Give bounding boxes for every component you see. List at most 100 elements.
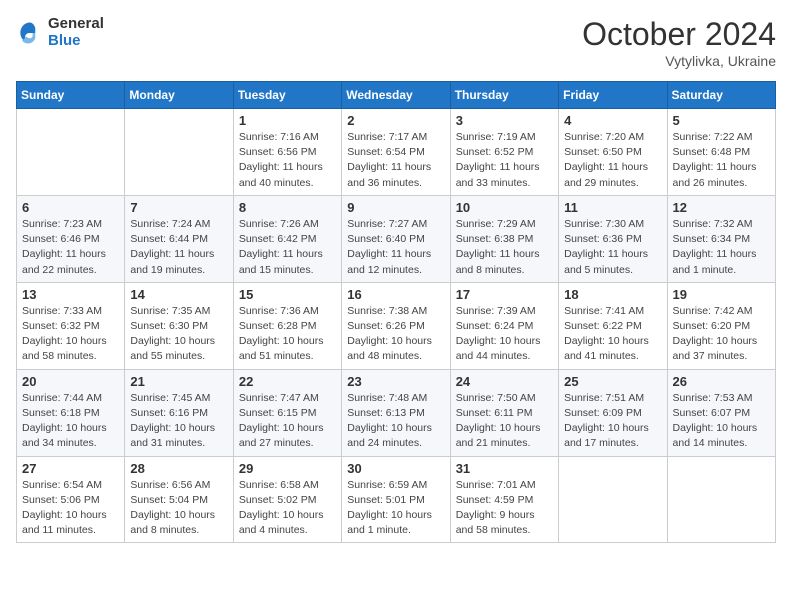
logo-general-text: General bbox=[48, 16, 104, 33]
day-number: 17 bbox=[456, 287, 553, 302]
header-day-wednesday: Wednesday bbox=[342, 82, 450, 109]
day-info: Sunrise: 7:41 AM Sunset: 6:22 PM Dayligh… bbox=[564, 304, 661, 365]
day-number: 15 bbox=[239, 287, 336, 302]
day-number: 22 bbox=[239, 374, 336, 389]
day-info: Sunrise: 7:19 AM Sunset: 6:52 PM Dayligh… bbox=[456, 130, 553, 191]
day-info: Sunrise: 7:47 AM Sunset: 6:15 PM Dayligh… bbox=[239, 391, 336, 452]
calendar-cell: 15 Sunrise: 7:36 AM Sunset: 6:28 PM Dayli… bbox=[233, 282, 341, 369]
calendar-cell: 24 Sunrise: 7:50 AM Sunset: 6:11 PM Dayli… bbox=[450, 369, 558, 456]
logo-blue-text: Blue bbox=[48, 33, 104, 50]
calendar-table: SundayMondayTuesdayWednesdayThursdayFrid… bbox=[16, 81, 776, 543]
calendar-cell: 9Sunrise: 7:27 AM Sunset: 6:40 PM Daylig… bbox=[342, 195, 450, 282]
day-info: Sunrise: 6:54 AM Sunset: 5:06 PM Dayligh… bbox=[22, 478, 119, 539]
calendar-cell: 11 Sunrise: 7:30 AM Sunset: 6:36 PM Dayli… bbox=[559, 195, 667, 282]
calendar-cell: 7 Sunrise: 7:24 AM Sunset: 6:44 PM Daylig… bbox=[125, 195, 233, 282]
calendar-week-4: 20 Sunrise: 7:44 AM Sunset: 6:18 PM Dayli… bbox=[17, 369, 776, 456]
calendar-header: SundayMondayTuesdayWednesdayThursdayFrid… bbox=[17, 82, 776, 109]
calendar-cell bbox=[559, 456, 667, 543]
day-info: Sunrise: 7:48 AM Sunset: 6:13 PM Dayligh… bbox=[347, 391, 444, 452]
day-info: Sunrise: 7:17 AM Sunset: 6:54 PM Dayligh… bbox=[347, 130, 444, 191]
day-info: Sunrise: 7:35 AM Sunset: 6:30 PM Dayligh… bbox=[130, 304, 227, 365]
day-info: Sunrise: 7:26 AM Sunset: 6:42 PM Dayligh… bbox=[239, 217, 336, 278]
day-info: Sunrise: 7:16 AM Sunset: 6:56 PM Dayligh… bbox=[239, 130, 336, 191]
calendar-cell: 26Sunrise: 7:53 AM Sunset: 6:07 PM Dayli… bbox=[667, 369, 775, 456]
day-number: 31 bbox=[456, 461, 553, 476]
calendar-cell bbox=[667, 456, 775, 543]
day-number: 3 bbox=[456, 113, 553, 128]
day-info: Sunrise: 7:42 AM Sunset: 6:20 PM Dayligh… bbox=[673, 304, 770, 365]
calendar-cell: 22 Sunrise: 7:47 AM Sunset: 6:15 PM Dayli… bbox=[233, 369, 341, 456]
day-info: Sunrise: 7:38 AM Sunset: 6:26 PM Dayligh… bbox=[347, 304, 444, 365]
day-info: Sunrise: 7:39 AM Sunset: 6:24 PM Dayligh… bbox=[456, 304, 553, 365]
day-number: 24 bbox=[456, 374, 553, 389]
day-info: Sunrise: 7:44 AM Sunset: 6:18 PM Dayligh… bbox=[22, 391, 119, 452]
day-info: Sunrise: 7:36 AM Sunset: 6:28 PM Dayligh… bbox=[239, 304, 336, 365]
calendar-body: 1Sunrise: 7:16 AM Sunset: 6:56 PM Daylig… bbox=[17, 109, 776, 543]
day-info: Sunrise: 7:22 AM Sunset: 6:48 PM Dayligh… bbox=[673, 130, 770, 191]
calendar-cell: 10 Sunrise: 7:29 AM Sunset: 6:38 PM Dayli… bbox=[450, 195, 558, 282]
day-number: 18 bbox=[564, 287, 661, 302]
day-number: 6 bbox=[22, 200, 119, 215]
calendar-week-3: 13 Sunrise: 7:33 AM Sunset: 6:32 PM Dayli… bbox=[17, 282, 776, 369]
header-day-monday: Monday bbox=[125, 82, 233, 109]
page-header: General Blue October 2024 Vytylivka, Ukr… bbox=[16, 16, 776, 69]
day-number: 11 bbox=[564, 200, 661, 215]
day-number: 5 bbox=[673, 113, 770, 128]
header-day-tuesday: Tuesday bbox=[233, 82, 341, 109]
day-info: Sunrise: 7:30 AM Sunset: 6:36 PM Dayligh… bbox=[564, 217, 661, 278]
day-number: 10 bbox=[456, 200, 553, 215]
day-number: 30 bbox=[347, 461, 444, 476]
logo-icon bbox=[16, 19, 44, 47]
calendar-cell: 25Sunrise: 7:51 AM Sunset: 6:09 PM Dayli… bbox=[559, 369, 667, 456]
day-info: Sunrise: 7:23 AM Sunset: 6:46 PM Dayligh… bbox=[22, 217, 119, 278]
day-number: 23 bbox=[347, 374, 444, 389]
day-info: Sunrise: 7:27 AM Sunset: 6:40 PM Dayligh… bbox=[347, 217, 444, 278]
calendar-week-5: 27 Sunrise: 6:54 AM Sunset: 5:06 PM Dayli… bbox=[17, 456, 776, 543]
day-info: Sunrise: 7:50 AM Sunset: 6:11 PM Dayligh… bbox=[456, 391, 553, 452]
calendar-week-1: 1Sunrise: 7:16 AM Sunset: 6:56 PM Daylig… bbox=[17, 109, 776, 196]
calendar-cell bbox=[125, 109, 233, 196]
day-number: 20 bbox=[22, 374, 119, 389]
calendar-cell: 14Sunrise: 7:35 AM Sunset: 6:30 PM Dayli… bbox=[125, 282, 233, 369]
day-info: Sunrise: 7:24 AM Sunset: 6:44 PM Dayligh… bbox=[130, 217, 227, 278]
calendar-cell: 17 Sunrise: 7:39 AM Sunset: 6:24 PM Dayli… bbox=[450, 282, 558, 369]
calendar-cell: 18 Sunrise: 7:41 AM Sunset: 6:22 PM Dayli… bbox=[559, 282, 667, 369]
day-info: Sunrise: 7:32 AM Sunset: 6:34 PM Dayligh… bbox=[673, 217, 770, 278]
calendar-cell: 12Sunrise: 7:32 AM Sunset: 6:34 PM Dayli… bbox=[667, 195, 775, 282]
calendar-cell: 5 Sunrise: 7:22 AM Sunset: 6:48 PM Daylig… bbox=[667, 109, 775, 196]
calendar-cell: 27 Sunrise: 6:54 AM Sunset: 5:06 PM Dayli… bbox=[17, 456, 125, 543]
day-info: Sunrise: 6:59 AM Sunset: 5:01 PM Dayligh… bbox=[347, 478, 444, 539]
day-info: Sunrise: 7:20 AM Sunset: 6:50 PM Dayligh… bbox=[564, 130, 661, 191]
day-number: 13 bbox=[22, 287, 119, 302]
day-number: 26 bbox=[673, 374, 770, 389]
calendar-cell: 16 Sunrise: 7:38 AM Sunset: 6:26 PM Dayli… bbox=[342, 282, 450, 369]
day-number: 16 bbox=[347, 287, 444, 302]
day-number: 21 bbox=[130, 374, 227, 389]
header-day-thursday: Thursday bbox=[450, 82, 558, 109]
calendar-cell: 2Sunrise: 7:17 AM Sunset: 6:54 PM Daylig… bbox=[342, 109, 450, 196]
calendar-cell: 19 Sunrise: 7:42 AM Sunset: 6:20 PM Dayli… bbox=[667, 282, 775, 369]
location: Vytylivka, Ukraine bbox=[582, 53, 776, 69]
day-info: Sunrise: 7:45 AM Sunset: 6:16 PM Dayligh… bbox=[130, 391, 227, 452]
day-number: 7 bbox=[130, 200, 227, 215]
day-info: Sunrise: 7:01 AM Sunset: 4:59 PM Dayligh… bbox=[456, 478, 553, 539]
calendar-cell: 30 Sunrise: 6:59 AM Sunset: 5:01 PM Dayli… bbox=[342, 456, 450, 543]
calendar-cell: 29Sunrise: 6:58 AM Sunset: 5:02 PM Dayli… bbox=[233, 456, 341, 543]
calendar-cell: 21 Sunrise: 7:45 AM Sunset: 6:16 PM Dayli… bbox=[125, 369, 233, 456]
day-info: Sunrise: 7:51 AM Sunset: 6:09 PM Dayligh… bbox=[564, 391, 661, 452]
logo-text: General Blue bbox=[48, 16, 104, 49]
header-row: SundayMondayTuesdayWednesdayThursdayFrid… bbox=[17, 82, 776, 109]
logo: General Blue bbox=[16, 16, 104, 49]
calendar-cell: 13 Sunrise: 7:33 AM Sunset: 6:32 PM Dayli… bbox=[17, 282, 125, 369]
calendar-cell: 23 Sunrise: 7:48 AM Sunset: 6:13 PM Dayli… bbox=[342, 369, 450, 456]
day-number: 19 bbox=[673, 287, 770, 302]
month-title: October 2024 bbox=[582, 16, 776, 53]
day-number: 4 bbox=[564, 113, 661, 128]
header-day-friday: Friday bbox=[559, 82, 667, 109]
calendar-cell: 6 Sunrise: 7:23 AM Sunset: 6:46 PM Daylig… bbox=[17, 195, 125, 282]
day-info: Sunrise: 6:56 AM Sunset: 5:04 PM Dayligh… bbox=[130, 478, 227, 539]
day-number: 27 bbox=[22, 461, 119, 476]
day-info: Sunrise: 7:29 AM Sunset: 6:38 PM Dayligh… bbox=[456, 217, 553, 278]
day-info: Sunrise: 7:33 AM Sunset: 6:32 PM Dayligh… bbox=[22, 304, 119, 365]
calendar-cell: 3 Sunrise: 7:19 AM Sunset: 6:52 PM Daylig… bbox=[450, 109, 558, 196]
